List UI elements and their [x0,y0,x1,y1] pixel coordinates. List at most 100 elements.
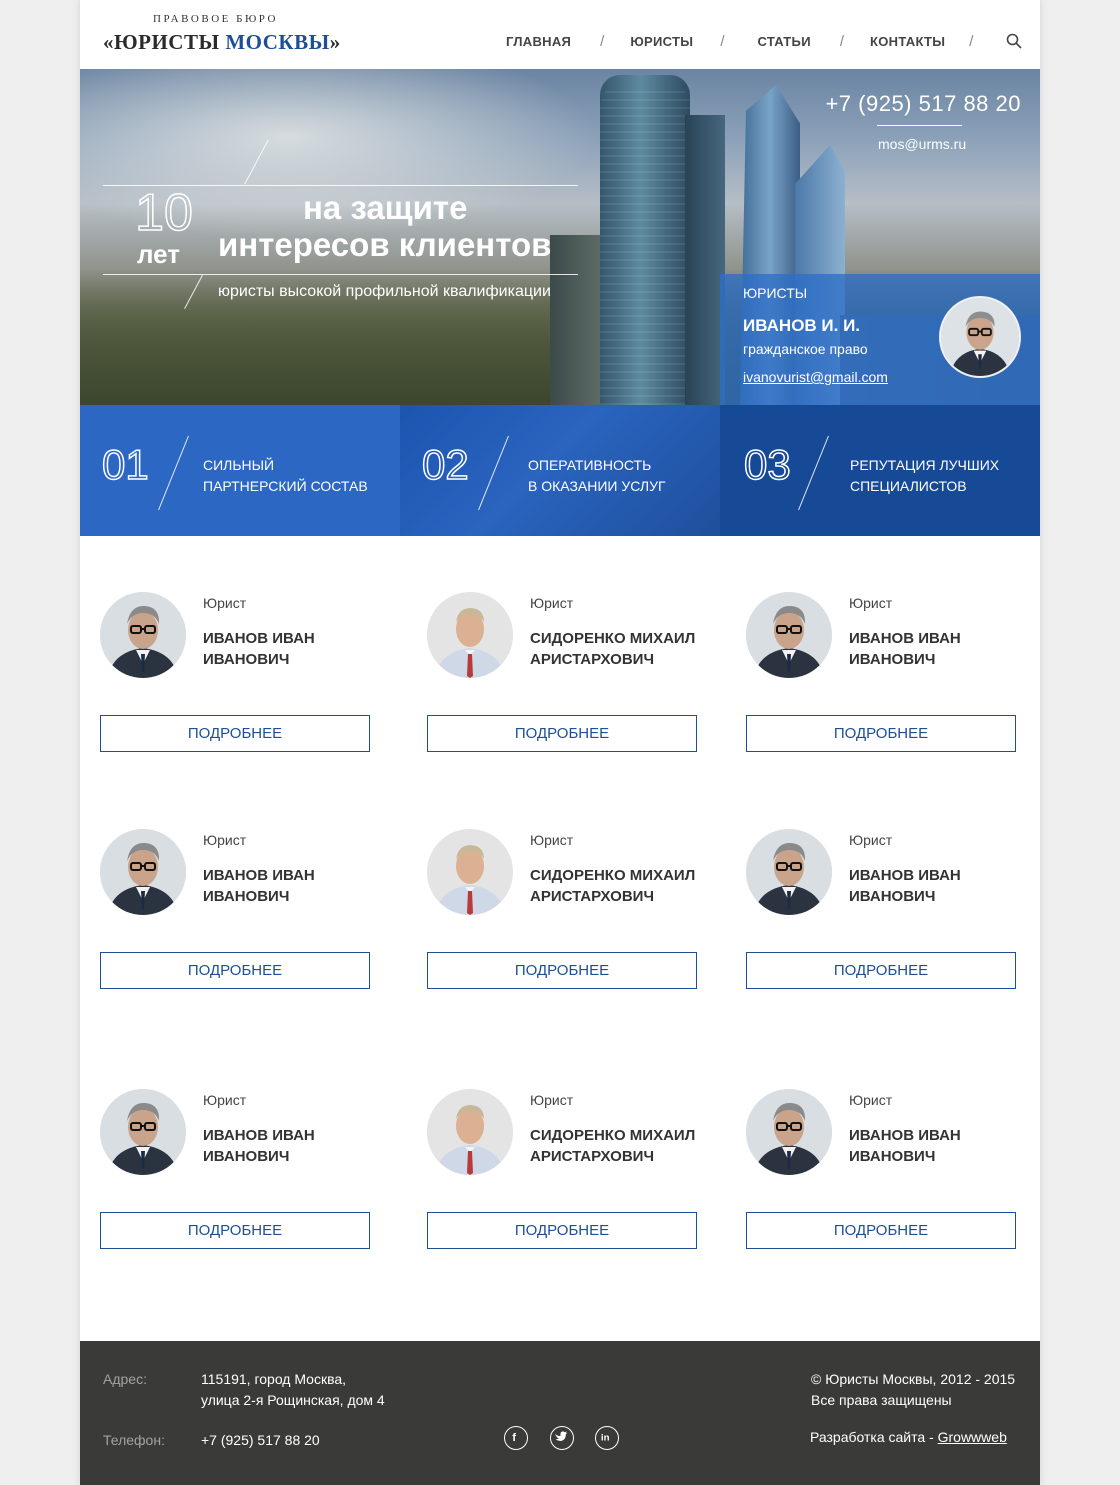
details-button[interactable]: ПОДРОБНЕЕ [100,952,370,989]
lawyer-name[interactable]: ИВАНОВ ИВАН ИВАНОВИЧ [203,628,315,670]
lawyer-name[interactable]: СИДОРЕНКО МИХАИЛ АРИСТАРХОВИЧ [530,628,695,670]
lawyer-name-line: ИВАНОВИЧ [203,651,290,668]
avatar[interactable] [100,829,186,915]
details-button[interactable]: ПОДРОБНЕЕ [100,715,370,752]
lawyer-role: Юрист [203,832,247,848]
lawyer-card: Юрист ИВАНОВ ИВАН ИВАНОВИЧ ПОДРОБНЕЕ [100,592,380,762]
copyright: © Юристы Москвы, 2012 - 2015 [811,1371,1016,1387]
lawyer-card: Юрист ИВАНОВ ИВАН ИВАНОВИЧ ПОДРОБНЕЕ [100,1089,380,1259]
card-email-link[interactable]: ivanovurist@gmail.com [743,369,888,385]
avatar[interactable] [100,1089,186,1175]
featured-lawyer-card[interactable]: ЮРИСТЫ ИВАНОВ И. И. гражданское право iv… [720,274,1040,405]
person-glasses-photo [746,592,832,678]
details-button[interactable]: ПОДРОБНЕЕ [746,952,1016,989]
nav-lawyers[interactable]: ЮРИСТЫ [630,34,693,49]
feature-line: ОПЕРАТИВНОСТЬ [528,457,652,473]
person-glasses-photo [100,1089,186,1175]
avatar[interactable] [427,1089,513,1175]
lawyer-name-line: ИВАНОВ ИВАН [203,630,315,647]
hero-line-top [103,185,578,186]
lawyer-role: Юрист [203,595,247,611]
lawyer-name-line: ИВАНОВИЧ [849,888,936,905]
details-button[interactable]: ПОДРОБНЕЕ [427,1212,697,1249]
lawyer-role: Юрист [849,832,893,848]
card-specialty: гражданское право [743,341,868,357]
lawyer-name-line: ИВАНОВ ИВАН [849,867,961,884]
lawyer-role: Юрист [530,595,574,611]
site-header: ПРАВОВОЕ БЮРО «ЮРИСТЫ МОСКВЫ» ГЛАВНАЯ / … [80,0,1040,69]
hero-phone[interactable]: +7 (925) 517 88 20 [825,91,1021,117]
feature-number: 02 [422,443,469,483]
nav-articles[interactable]: СТАТЬИ [757,34,810,49]
address-value: 115191, город Москва, улица 2-я Рощинска… [201,1369,385,1411]
lawyer-name-line: СИДОРЕНКО МИХАИЛ [530,867,696,884]
address-label: Адрес: [103,1371,147,1387]
facebook-icon[interactable]: f [504,1426,528,1450]
feature-number: 01 [102,443,149,483]
lawyer-name[interactable]: СИДОРЕНКО МИХАИЛ АРИСТАРХОВИЧ [530,1125,695,1167]
person-older-photo [427,829,513,915]
avatar[interactable] [427,592,513,678]
lawyer-role: Юрист [530,1092,574,1108]
address-line: улица 2-я Рощинская, дом 4 [201,1392,385,1408]
nav-contacts[interactable]: КОНТАКТЫ [870,34,945,49]
years-number-text: 10 [135,187,193,237]
developer-link[interactable]: Growwweb [938,1429,1007,1445]
lawyer-name-line: ИВАНОВ ИВАН [203,1127,315,1144]
feature-line: СИЛЬНЫЙ [203,457,275,473]
lawyer-card: Юрист СИДОРЕНКО МИХАИЛ АРИСТАРХОВИЧ ПОДРОБН… [427,592,707,762]
details-button[interactable]: ПОДРОБНЕЕ [100,1212,370,1249]
lawyer-name[interactable]: ИВАНОВ ИВАН ИВАНОВИЧ [849,1125,961,1167]
lawyer-name-line: ИВАНОВ ИВАН [203,867,315,884]
logo-subtitle: ПРАВОВОЕ БЮРО [153,13,278,25]
nav-home[interactable]: ГЛАВНАЯ [506,34,571,49]
hero-building [550,235,600,405]
details-button[interactable]: ПОДРОБНЕЕ [427,715,697,752]
linkedin-icon[interactable]: in [595,1426,619,1450]
person-glasses-photo [941,298,1019,376]
lawyer-name[interactable]: ИВАНОВ ИВАН ИВАНОВИЧ [849,865,961,907]
lawyer-name[interactable]: СИДОРЕНКО МИХАИЛ АРИСТАРХОВИЧ [530,865,695,907]
address-line: 115191, город Москва, [201,1371,347,1387]
lawyer-name-line: АРИСТАРХОВИЧ [530,888,654,905]
avatar[interactable] [427,829,513,915]
feature-text: РЕПУТАЦИЯ ЛУЧШИХ СПЕЦИАЛИСТОВ [850,455,999,497]
hero-email[interactable]: mos@urms.ru [878,136,966,152]
hero-tower [685,115,725,405]
copyright-block: © Юристы Москвы, 2012 - 2015 Все права з… [811,1369,1015,1411]
feature-number-text: 01 [102,443,149,483]
svg-text:f: f [512,1432,516,1444]
lawyer-name[interactable]: ИВАНОВ ИВАН ИВАНОВИЧ [849,628,961,670]
feature-item: 02 ОПЕРАТИВНОСТЬ В ОКАЗАНИИ УСЛУГ [400,405,720,536]
details-button[interactable]: ПОДРОБНЕЕ [427,952,697,989]
feature-line: В ОКАЗАНИИ УСЛУГ [528,478,666,494]
person-glasses-photo [746,1089,832,1175]
developer-prefix: Разработка сайта - [810,1429,938,1445]
lawyer-role: Юрист [849,1092,893,1108]
lawyer-name[interactable]: ИВАНОВ ИВАН ИВАНОВИЧ [203,1125,315,1167]
card-name: ИВАНОВ И. И. [743,316,861,335]
feature-slash [478,435,509,511]
rights: Все права защищены [811,1392,952,1408]
avatar[interactable] [100,592,186,678]
nav-separator: / [600,33,605,50]
hero-divider [877,125,962,126]
lawyer-name[interactable]: ИВАНОВ ИВАН ИВАНОВИЧ [203,865,315,907]
lawyer-role: Юрист [530,832,574,848]
person-older-photo [427,592,513,678]
feature-number: 03 [744,443,791,483]
lawyer-role: Юрист [849,595,893,611]
logo[interactable]: «ЮРИСТЫ МОСКВЫ» [103,30,341,55]
feature-number-text: 03 [744,443,791,483]
search-icon[interactable] [1006,33,1022,49]
details-button[interactable]: ПОДРОБНЕЕ [746,1212,1016,1249]
details-button[interactable]: ПОДРОБНЕЕ [746,715,1016,752]
twitter-icon[interactable] [550,1426,574,1450]
avatar[interactable] [746,592,832,678]
lawyer-name-line: ИВАНОВИЧ [849,1148,936,1165]
footer-phone[interactable]: +7 (925) 517 88 20 [201,1430,320,1451]
avatar[interactable] [746,829,832,915]
avatar[interactable] [746,1089,832,1175]
feature-item: 01 СИЛЬНЫЙ ПАРТНЕРСКИЙ СОСТАВ [80,405,400,536]
hero-banner: +7 (925) 517 88 20 mos@urms.ru 10 лет на… [80,69,1040,405]
